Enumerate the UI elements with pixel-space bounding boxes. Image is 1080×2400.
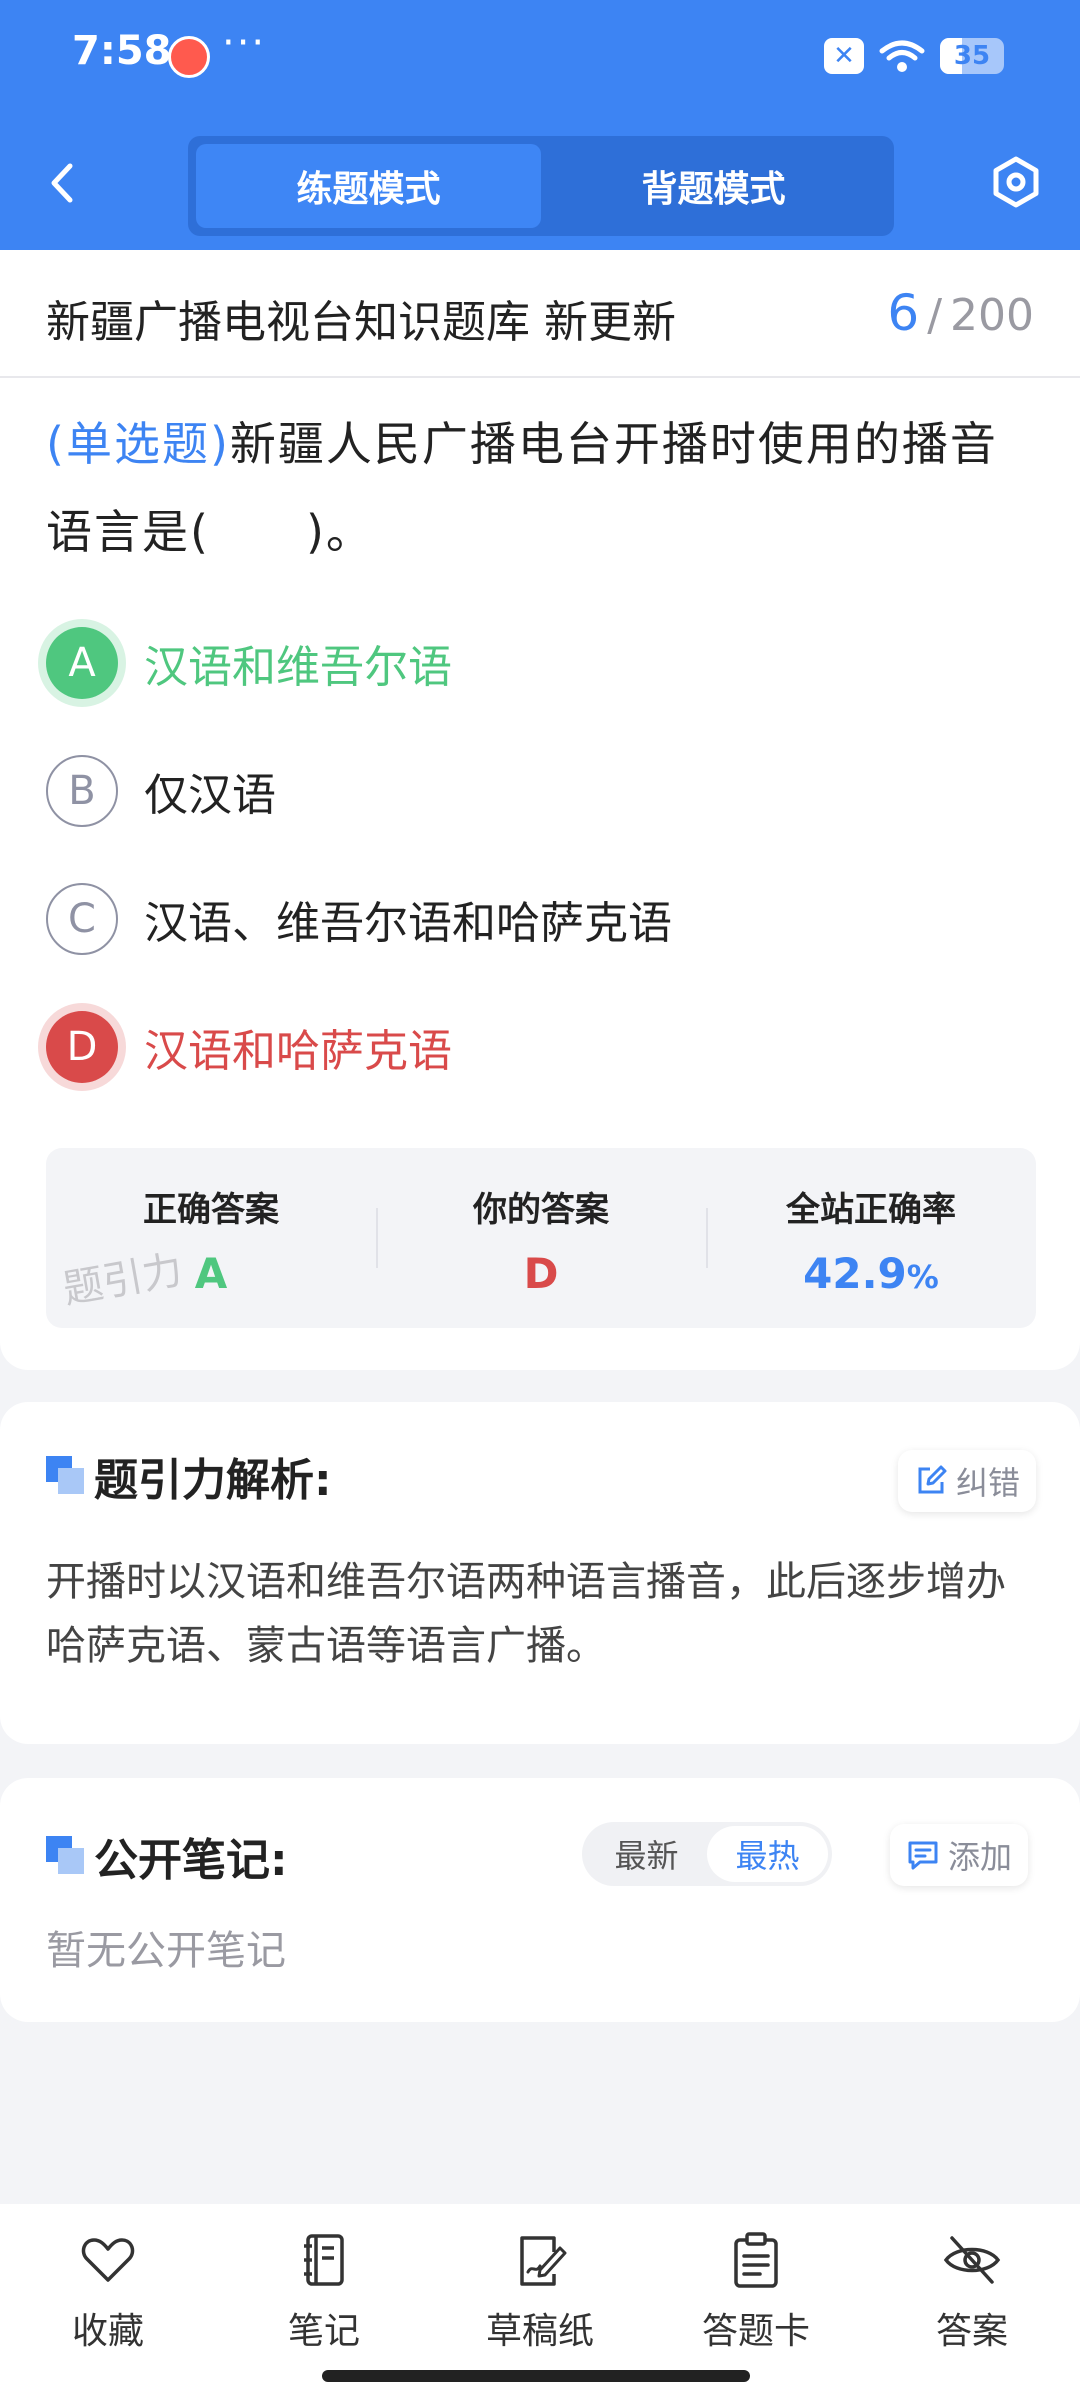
analysis-text: 开播时以汉语和维吾尔语两种语言播音，此后逐步增办哈萨克语、蒙古语等语言广播。: [46, 1559, 1006, 1669]
favorite-button[interactable]: 收藏: [28, 2230, 188, 2354]
home-indicator[interactable]: [322, 2370, 750, 2382]
add-note-label: 添加: [948, 1838, 1013, 1876]
current-question-number: 6: [887, 284, 920, 342]
section-icon: [46, 1836, 84, 1874]
stat-accuracy-rate: 全站正确率 42.9%: [706, 1148, 1036, 1328]
tab-practice-mode[interactable]: 练题模式: [196, 144, 541, 228]
option-letter: B: [46, 755, 118, 827]
option-letter: A: [46, 627, 118, 699]
option-text: 汉语和哈萨克语: [144, 1026, 452, 1077]
notes-sort-toggle: 最新 最热: [582, 1822, 832, 1886]
answer-sheet-button[interactable]: 答题卡: [676, 2230, 836, 2354]
header: 7:58 ··· ✕ 35 练题模式 背题模式: [0, 0, 1080, 250]
bank-header: 新疆广播电视台知识题库 新更新 6/200: [0, 250, 1080, 378]
edit-icon: [918, 1465, 947, 1494]
stat-label: 全站正确率: [786, 1190, 956, 1230]
option-text: 仅汉语: [144, 770, 276, 821]
question-text: (单选题)新疆人民广播电台开播时使用的播音语言是( )。: [46, 400, 1036, 576]
status-bar: 7:58 ··· ✕ 35: [0, 0, 1080, 118]
accuracy-rate-value: 42.9%: [803, 1249, 939, 1298]
question-progress: 6/200: [887, 284, 1034, 342]
option-letter: D: [46, 1011, 118, 1083]
option-b[interactable]: B 仅汉语: [46, 746, 1036, 836]
back-icon[interactable]: [40, 158, 90, 208]
draft-paper-button[interactable]: 草稿纸: [460, 2230, 620, 2354]
total-questions: 200: [950, 290, 1034, 341]
stat-label: 正确答案: [143, 1190, 279, 1230]
bank-title: 新疆广播电视台知识题库 新更新: [46, 297, 676, 348]
question-card: 新疆广播电视台知识题库 新更新 6/200 (单选题)新疆人民广播电台开播时使用…: [0, 250, 1080, 1370]
wifi-icon: [879, 40, 925, 72]
notes-title: 公开笔记:: [94, 1835, 288, 1886]
public-notes-card: 公开笔记: 最新 最热 添加 暂无公开笔记: [0, 1778, 1080, 2022]
option-text: 汉语、维吾尔语和哈萨克语: [144, 898, 672, 949]
notification-app-icon: [168, 36, 210, 78]
notebook-icon: [304, 2234, 344, 2286]
option-c[interactable]: C 汉语、维吾尔语和哈萨克语: [46, 874, 1036, 964]
clipboard-icon: [734, 2232, 778, 2288]
tab-label: 笔记: [287, 2311, 360, 2352]
show-answer-button[interactable]: 答案: [892, 2230, 1052, 2354]
heart-icon: [81, 2238, 135, 2282]
sort-latest[interactable]: 最新: [586, 1826, 707, 1882]
status-more-dots: ···: [222, 20, 267, 66]
battery-level: 35: [953, 41, 991, 71]
stat-label: 你的答案: [473, 1190, 609, 1230]
answer-stats: 正确答案 A 题引力 你的答案 D 全站正确率 42.9%: [46, 1148, 1036, 1328]
option-a[interactable]: A 汉语和维吾尔语: [46, 618, 1036, 708]
notes-button[interactable]: 笔记: [244, 2230, 404, 2354]
draft-icon: [520, 2236, 567, 2286]
analysis-title: 题引力解析:: [94, 1455, 332, 1506]
option-letter: C: [46, 883, 118, 955]
battery-icon: 35: [940, 38, 1004, 74]
comment-icon: [908, 1841, 938, 1870]
add-note-button[interactable]: 添加: [890, 1824, 1029, 1886]
your-answer-value: D: [523, 1249, 559, 1298]
report-error-label: 纠错: [956, 1464, 1021, 1502]
section-icon: [46, 1456, 84, 1494]
analysis-card: 题引力解析: 纠错 开播时以汉语和维吾尔语两种语言播音，此后逐步增办哈萨克语、蒙…: [0, 1402, 1080, 1744]
option-d[interactable]: D 汉语和哈萨克语: [46, 1002, 1036, 1092]
stat-your-answer: 你的答案 D: [376, 1148, 706, 1328]
stat-correct-answer: 正确答案 A 题引力: [46, 1148, 376, 1328]
tab-label: 收藏: [71, 2311, 144, 2352]
eye-off-icon: [943, 2236, 1001, 2284]
tab-memorize-mode[interactable]: 背题模式: [541, 144, 886, 228]
tab-label: 答题卡: [701, 2311, 810, 2352]
tab-label: 答案: [935, 2311, 1008, 2352]
nav-bar: 练题模式 背题模式: [0, 130, 1080, 240]
status-time: 7:58: [72, 28, 172, 74]
no-sim-icon: ✕: [824, 38, 864, 74]
settings-icon[interactable]: [988, 154, 1044, 210]
empty-notes-text: 暂无公开笔记: [46, 1928, 286, 1974]
bottom-toolbar: 收藏 笔记 草稿纸 答题卡 答案: [0, 2204, 1080, 2400]
sort-hottest[interactable]: 最热: [707, 1826, 828, 1882]
question-type-label: (单选题): [46, 417, 230, 471]
report-error-button[interactable]: 纠错: [898, 1450, 1037, 1512]
option-text: 汉语和维吾尔语: [144, 642, 452, 693]
tab-label: 草稿纸: [485, 2311, 594, 2352]
mode-switch: 练题模式 背题模式: [188, 136, 894, 236]
